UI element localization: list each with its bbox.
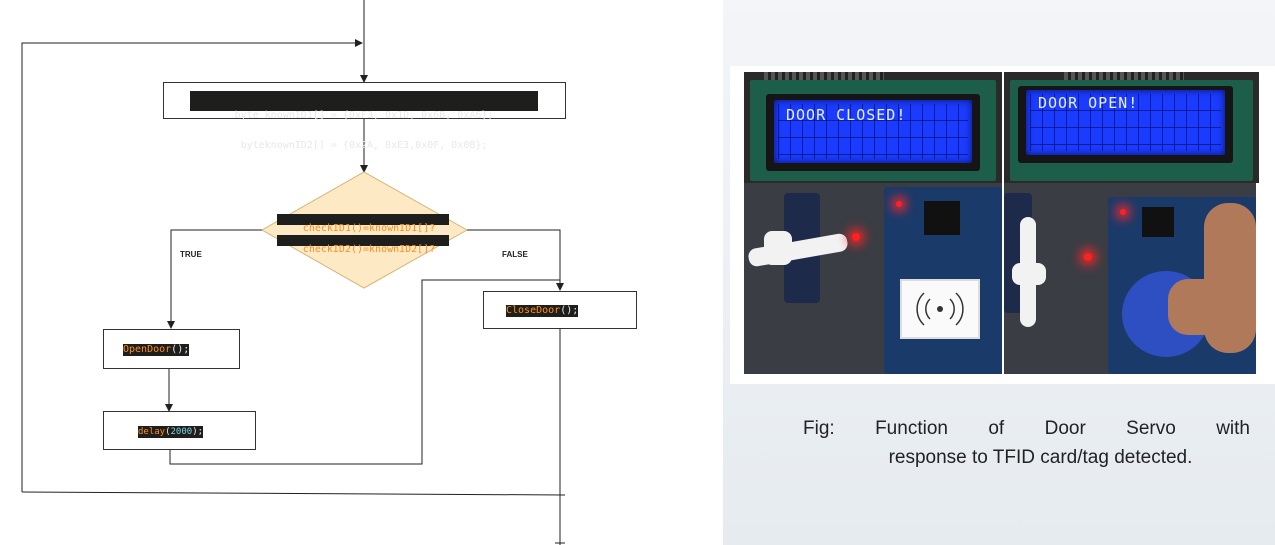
close-door-box: CloseDoor();: [483, 291, 637, 329]
delay-box: delay(2000);: [103, 411, 256, 450]
init-code-line1: byte knownID1[] = {0xF3, 0x1D, 0x6B, 0xA…: [234, 110, 494, 121]
rfid-antenna: [900, 279, 980, 339]
init-code: byte knownID1[] = {0xF3, 0x1D, 0x6B, 0xA…: [190, 91, 538, 151]
caption-line2: response to TFID card/tag detected.: [888, 447, 1193, 468]
caption-word: with: [1216, 418, 1250, 439]
decision-text-2: checkID2()=knownID2[]?: [302, 244, 436, 255]
init-box: byte knownID1[] = {0xF3, 0x1D, 0x6B, 0xA…: [163, 82, 566, 151]
lcd-bezel: DOOR OPEN!: [1018, 86, 1233, 163]
lcd-screen: DOOR CLOSED!: [774, 100, 972, 163]
caption-word: Door: [1044, 418, 1086, 439]
servo-hub: [764, 231, 792, 265]
caption-word: Servo: [1126, 418, 1176, 439]
open-door-code: OpenDoor();: [123, 344, 190, 356]
false-label: FALSE: [502, 250, 528, 259]
close-door-suffix: ();: [560, 305, 579, 316]
pcb-led-icon: [1120, 209, 1126, 215]
lcd-closed-photo: DOOR CLOSED!: [744, 72, 1002, 183]
lcd-pins: [1064, 72, 1184, 80]
servo-closed-photo: [744, 183, 1002, 374]
lcd-open-photo: DOOR OPEN!: [1004, 72, 1259, 183]
photo-collage: DOOR CLOSED! DOOR OPEN!: [730, 66, 1275, 384]
lcd-pins: [764, 72, 884, 80]
delay-code: delay(2000);: [138, 426, 204, 438]
close-door-fn: CloseDoor: [506, 305, 561, 316]
delay-fn: delay: [138, 427, 166, 437]
lcd-screen: DOOR OPEN!: [1026, 90, 1225, 155]
open-door-box: OpenDoor();: [103, 329, 240, 369]
loop-bottom-line: [21, 491, 566, 496]
true-branch-arrow: [167, 229, 262, 329]
rfid-chip: [924, 201, 960, 235]
rfid-chip: [1142, 207, 1174, 237]
false-branch-arrow: [467, 229, 564, 291]
caption-line1: Fig: Function of Door Servo with: [803, 414, 1250, 443]
servo-hub: [1012, 263, 1046, 285]
caption-word: Fig:: [803, 418, 835, 439]
true-label: TRUE: [180, 250, 202, 259]
lcd-bezel: DOOR CLOSED!: [766, 94, 980, 171]
lcd-closed-text: DOOR CLOSED!: [786, 106, 907, 124]
open-door-fn: OpenDoor: [123, 344, 172, 355]
decision-line1: checkID1()=knownID1[]?: [277, 214, 449, 234]
pcb-led-icon: [896, 201, 902, 207]
close-door-code: CloseDoor();: [506, 305, 579, 317]
init-code-line2: byteknownID2[] = {0x2A, 0xE3,0x0F, 0x0B}…: [240, 140, 488, 151]
wireless-icon: [916, 292, 964, 326]
decision-line2: checkID2()=knownID2[]?: [277, 235, 449, 255]
finger: [1204, 203, 1256, 353]
caption-word: Function: [875, 418, 948, 439]
lcd-open-text: DOOR OPEN!: [1038, 94, 1139, 112]
figure-caption: Fig: Function of Door Servo with respons…: [803, 414, 1250, 472]
rfid-pcb: [884, 187, 1002, 374]
delay-close: );: [192, 427, 204, 437]
open-door-suffix: ();: [171, 344, 190, 355]
led-icon: [1084, 253, 1092, 261]
caption-word: of: [988, 418, 1005, 439]
delay-arg: 2000: [170, 427, 193, 437]
decision-text-1: checkID1()=knownID1[]?: [302, 223, 436, 234]
servo-open-photo: [1004, 183, 1256, 374]
led-icon: [852, 233, 860, 241]
